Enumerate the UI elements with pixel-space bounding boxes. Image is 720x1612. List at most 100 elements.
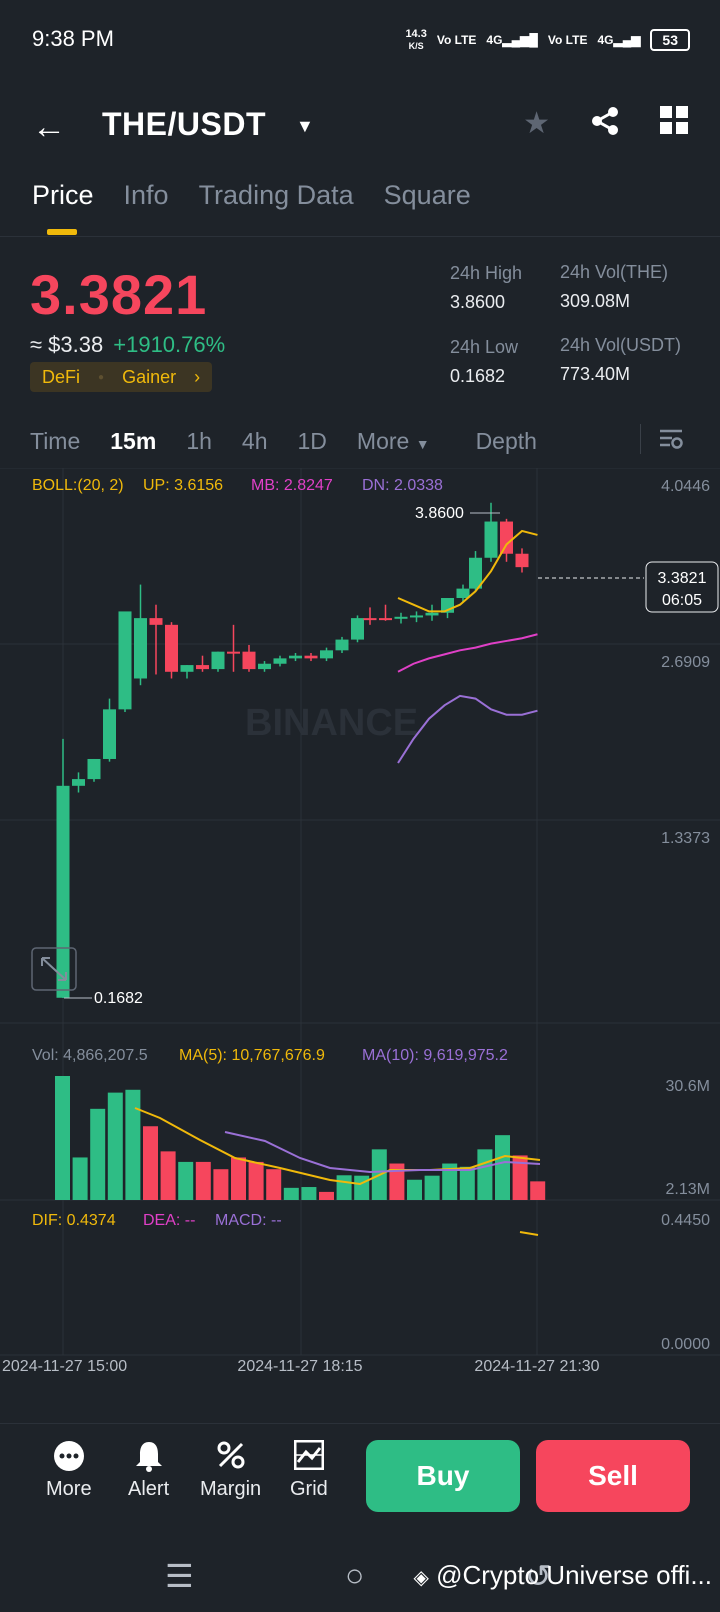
candle-body — [425, 612, 439, 616]
pair-title[interactable]: THE/USDT — [102, 106, 266, 143]
tag-separator: ● — [98, 371, 105, 383]
volume-bar — [336, 1175, 352, 1200]
bell-icon — [134, 1440, 164, 1478]
alert-label: Alert — [128, 1478, 170, 1500]
boll-up: UP: 3.6156 — [143, 477, 223, 494]
interval-4h[interactable]: 4h — [242, 428, 268, 455]
candle-body — [289, 655, 302, 659]
binance-watermark: BINANCE — [245, 702, 418, 744]
vol-the-label: 24h Vol(THE) — [560, 262, 669, 282]
tags[interactable]: DeFi ● Gainer › — [30, 362, 213, 392]
low-label: 24h Low — [450, 337, 519, 357]
grid-apps-icon[interactable] — [660, 106, 688, 144]
time-tick: 2024-11-27 15:00 — [2, 1358, 127, 1375]
candle-body — [72, 779, 85, 786]
boll-mb: MB: 2.8247 — [251, 477, 333, 494]
candle-body — [379, 618, 392, 621]
volume-bar — [495, 1135, 510, 1200]
dif-line — [519, 1231, 539, 1236]
chevron-right-icon: › — [194, 366, 201, 387]
star-icon[interactable]: ★ — [523, 106, 550, 144]
volume-bar — [55, 1076, 70, 1200]
candle-body — [242, 651, 256, 670]
dea-label: DEA: -- — [143, 1212, 195, 1229]
usd-price: ≈ $3.38 — [30, 332, 104, 357]
alert-action[interactable]: Alert — [128, 1440, 169, 1501]
tag-gainer[interactable]: Gainer — [122, 367, 176, 388]
caret-down-icon[interactable]: ▼ — [296, 116, 314, 137]
interval-1h[interactable]: 1h — [186, 428, 212, 455]
boll-label: BOLL:(20, 2) — [32, 477, 124, 494]
header-actions: ★ — [523, 106, 688, 144]
candles — [56, 502, 529, 998]
share-icon[interactable] — [590, 106, 620, 144]
status-bar: 9:38 PM 14.3 K/S Vo LTE 4G▂▄▆█ Vo LTE 4G▂… — [0, 0, 720, 80]
battery-icon: 53 — [650, 29, 690, 51]
time-tick: 2024-11-27 18:15 — [237, 1358, 362, 1375]
interval-1d[interactable]: 1D — [298, 428, 327, 455]
candle-body — [87, 758, 101, 780]
tab-info[interactable]: Info — [124, 180, 169, 211]
interval-15m[interactable]: 15m — [110, 428, 156, 455]
kline-chart[interactable]: BOLL:(20, 2) UP: 3.6156 MB: 2.8247 DN: 2… — [0, 468, 720, 1423]
candle-body — [56, 785, 70, 998]
candle-body — [335, 639, 349, 651]
dif-label: DIF: 0.4374 — [32, 1212, 116, 1229]
grid-action[interactable]: Grid — [290, 1439, 328, 1501]
interval-time[interactable]: Time — [30, 428, 80, 455]
volume-bar — [266, 1169, 282, 1200]
boll-dn: DN: 2.0338 — [362, 477, 443, 494]
margin-action[interactable]: Margin — [200, 1440, 261, 1501]
volume-bar — [301, 1187, 317, 1200]
chart-settings-icon[interactable] — [658, 426, 684, 459]
divider — [0, 236, 720, 237]
status-time: 9:38 PM — [32, 26, 114, 51]
tag-defi[interactable]: DeFi — [42, 367, 80, 388]
buy-button[interactable]: Buy — [366, 1440, 520, 1512]
tab-square[interactable]: Square — [384, 180, 471, 211]
volume-bar — [178, 1161, 194, 1200]
percent-icon — [216, 1440, 246, 1478]
volume-bar — [530, 1181, 546, 1200]
volume-bar — [213, 1169, 229, 1200]
tab-trading-data[interactable]: Trading Data — [199, 180, 354, 211]
vol-label: Vol: 4,866,207.5 — [32, 1047, 148, 1064]
volume-bar — [125, 1089, 141, 1200]
candle-body — [258, 663, 271, 670]
volume-bar — [143, 1126, 158, 1200]
candle-body — [165, 624, 178, 672]
back-arrow-icon[interactable]: ← — [32, 108, 66, 147]
candle-body — [410, 615, 423, 618]
main-tabs: Price Info Trading Data Square — [32, 180, 471, 211]
interval-more[interactable]: More ▼ — [357, 428, 430, 455]
boll-mb-line — [397, 633, 538, 673]
net-speed: 14.3 K/S — [405, 28, 427, 51]
volte-icon-2: Vo LTE — [547, 33, 588, 47]
volume-bar — [160, 1151, 176, 1200]
candle-body — [134, 618, 147, 679]
candle-body — [500, 521, 513, 554]
volume-bar — [195, 1161, 211, 1200]
low-marker: 0.1682 — [94, 990, 143, 1007]
candle-body — [273, 658, 287, 664]
tab-price[interactable]: Price — [32, 180, 94, 211]
candle-body — [149, 618, 163, 625]
candle-body — [304, 655, 318, 659]
home-icon[interactable]: ○ — [345, 1557, 364, 1594]
more-action[interactable]: More — [46, 1440, 92, 1501]
volume-bar — [283, 1187, 299, 1200]
volume-bar — [107, 1092, 123, 1200]
macd-tick: 0.0000 — [661, 1336, 710, 1353]
signal-icon-2: 4G▂▄▆ — [597, 33, 641, 47]
vol-usdt-value: 773.40M — [560, 364, 631, 384]
depth-tab[interactable]: Depth — [476, 428, 537, 455]
volume-bars — [55, 1076, 546, 1200]
margin-label: Margin — [200, 1478, 262, 1500]
sell-button[interactable]: Sell — [536, 1440, 690, 1512]
macd-tick: 0.4450 — [661, 1212, 710, 1229]
boll-up-line — [397, 529, 538, 613]
recent-apps-icon[interactable]: ☰ — [165, 1557, 194, 1595]
volte-icon: Vo LTE — [436, 33, 477, 47]
vol-tick: 30.6M — [666, 1078, 710, 1095]
tab-active-indicator — [47, 229, 77, 235]
